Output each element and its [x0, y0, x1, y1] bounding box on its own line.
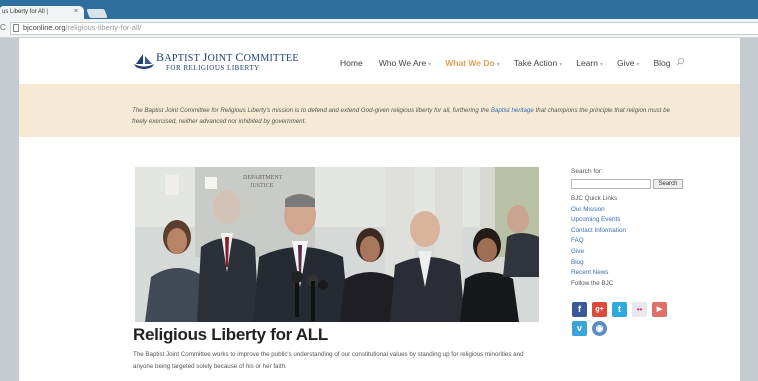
- search-icon[interactable]: [676, 57, 685, 66]
- nav-give[interactable]: Give ▾: [617, 58, 640, 68]
- facebook-icon[interactable]: f: [572, 302, 587, 317]
- url-text[interactable]: bjconline.org/religious-liberty-for-all/: [23, 23, 141, 32]
- search-label: Search for:: [571, 168, 603, 175]
- web-page: BAPTIST JOINT COMMITTEE FOR RELIGIOUS LI…: [19, 38, 740, 381]
- hero-photo: DEPARTMENT JUSTICE: [135, 167, 539, 322]
- chevron-down-icon: ▾: [599, 62, 603, 68]
- youtube-icon[interactable]: ▶: [652, 302, 667, 317]
- sidebar-heading-quick-links: BJC Quick Links: [571, 195, 618, 202]
- page-title: Religious Liberty for ALL: [133, 325, 328, 344]
- tab-strip: us Liberty for All | ×: [0, 0, 758, 19]
- reload-icon[interactable]: C: [0, 23, 6, 32]
- sidebar-link-give[interactable]: Give: [571, 247, 626, 258]
- search-input[interactable]: [571, 179, 651, 189]
- address-bar: C bjconline.org/religious-liberty-for-al…: [0, 19, 758, 38]
- sidebar-link-upcoming-events[interactable]: Upcoming Events: [571, 215, 626, 226]
- mission-text: The Baptist Joint Committee for Religiou…: [132, 107, 671, 125]
- chevron-down-icon: ▾: [428, 62, 432, 68]
- svg-text:JUSTICE: JUSTICE: [250, 183, 274, 189]
- nav-what-we-do[interactable]: What We Do ▾: [445, 58, 499, 68]
- nav-learn[interactable]: Learn ▾: [576, 58, 603, 68]
- close-tab-icon[interactable]: ×: [74, 8, 78, 15]
- sidebar-link-blog[interactable]: Blog: [571, 258, 626, 269]
- flickr-icon[interactable]: ••: [632, 302, 647, 317]
- new-tab-button[interactable]: [86, 9, 108, 18]
- sidebar-links: BJC Quick Links Our Mission Upcoming Eve…: [571, 194, 626, 289]
- baptist-heritage-link[interactable]: Baptist heritage: [491, 107, 534, 114]
- sidebar-link-recent-news[interactable]: Recent News: [571, 268, 626, 279]
- mission-banner: The Baptist Joint Committee for Religiou…: [19, 84, 740, 137]
- chevron-down-icon: ▾: [496, 62, 500, 68]
- google-plus-icon[interactable]: g+: [592, 302, 607, 317]
- sidebar-link-our-mission[interactable]: Our Mission: [571, 205, 626, 216]
- vimeo-icon[interactable]: v: [572, 321, 587, 336]
- nav-take-action[interactable]: Take Action ▾: [514, 58, 563, 68]
- chevron-down-icon: ▾: [559, 62, 563, 68]
- sidebar-link-faq[interactable]: FAQ: [571, 236, 626, 247]
- url-host: bjconline.org: [23, 23, 66, 32]
- search-button[interactable]: Search: [653, 179, 683, 189]
- nav-who-we-are[interactable]: Who We Are ▾: [379, 58, 432, 68]
- browser-window: us Liberty for All | × C bjconline.org/r…: [0, 0, 758, 381]
- sidebar-search: Search: [571, 179, 683, 189]
- twitter-icon[interactable]: t: [612, 302, 627, 317]
- social-icons: f g+ t •• ▶ v ◉: [572, 302, 684, 340]
- blog-rss-icon[interactable]: ◉: [592, 321, 607, 336]
- nav-blog[interactable]: Blog: [653, 58, 672, 68]
- site-logo[interactable]: BAPTIST JOINT COMMITTEE FOR RELIGIOUS LI…: [132, 50, 299, 72]
- url-path: /religious-liberty-for-all/: [65, 23, 142, 32]
- logo-title: BAPTIST JOINT COMMITTEE: [156, 50, 299, 64]
- sidebar: Search for: Search BJC Quick Links Our M…: [571, 168, 689, 336]
- chevron-down-icon: ▾: [636, 62, 640, 68]
- logo-ship-icon: [134, 54, 154, 69]
- main-nav: Home Who We Are ▾ What We Do ▾ Take Action…: [340, 58, 687, 68]
- sidebar-link-contact-information[interactable]: Contact Information: [571, 226, 626, 237]
- page-icon: [13, 24, 19, 32]
- svg-text:DEPARTMENT: DEPARTMENT: [243, 175, 283, 181]
- article-body: The Baptist Joint Committee works to imp…: [133, 351, 524, 370]
- tab-title: us Liberty for All |: [2, 9, 48, 15]
- press-conference-photo: DEPARTMENT JUSTICE: [135, 167, 539, 322]
- nav-home[interactable]: Home: [340, 58, 365, 68]
- sidebar-heading-follow: Follow the BJC: [571, 279, 614, 287]
- browser-tab[interactable]: us Liberty for All | ×: [0, 6, 84, 19]
- logo-subtitle: FOR RELIGIOUS LIBERTY: [166, 64, 260, 72]
